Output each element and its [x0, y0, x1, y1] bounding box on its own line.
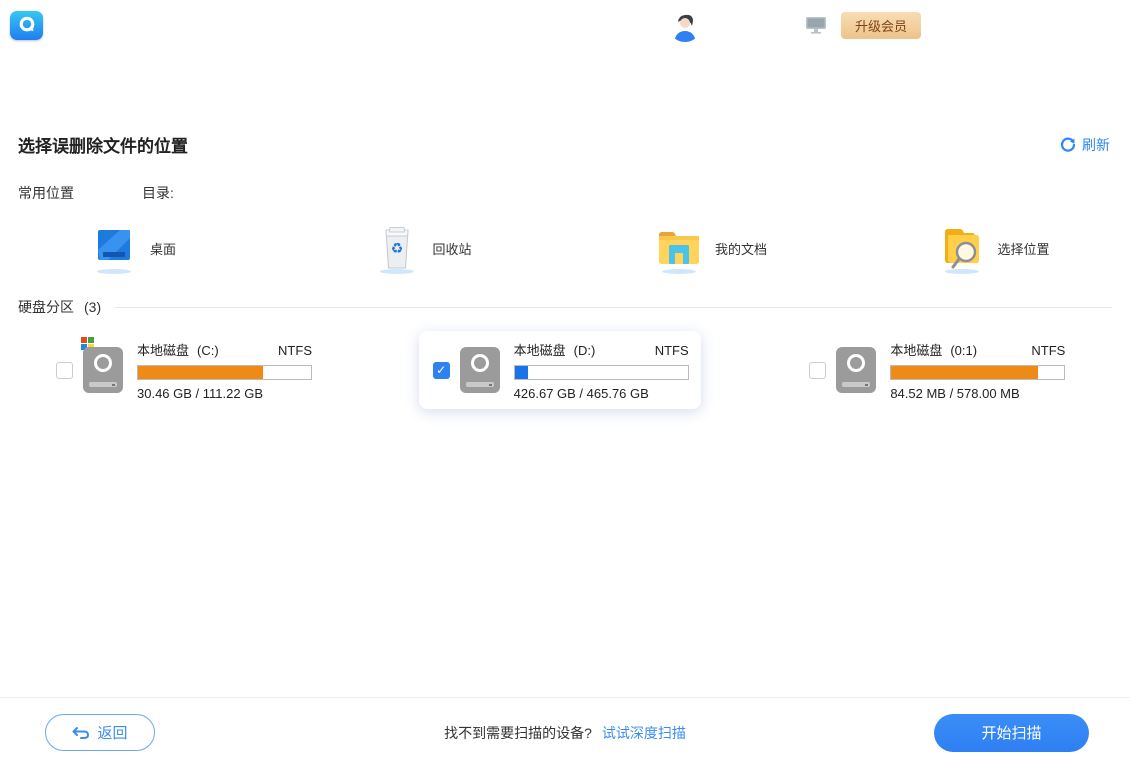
minimize-button[interactable]: [1022, 14, 1044, 36]
drive-name: 本地磁盘: [514, 340, 566, 359]
recycle-bin-icon: ♻: [375, 222, 419, 274]
directory-label: 目录:: [142, 183, 174, 203]
drive-card-01[interactable]: ✓ 本地磁盘 (0:1) NTFS 84.52 MB / 578.00 MB: [795, 331, 1077, 409]
drive-filesystem: NTFS: [278, 343, 312, 358]
refresh-label: 刷新: [1082, 135, 1110, 155]
common-item-choose-location[interactable]: 选择位置: [848, 219, 1130, 277]
common-item-label: 桌面: [150, 239, 176, 258]
drive-name: 本地磁盘: [137, 340, 189, 359]
drive-checkbox[interactable]: ✓: [809, 362, 826, 379]
hard-drive-icon: [836, 347, 876, 393]
user-id-dropdown[interactable]: ID:650505 ▼: [716, 18, 791, 33]
drive-checkbox[interactable]: ✓: [56, 362, 73, 379]
drive-checkbox[interactable]: ✓: [433, 362, 450, 379]
monitor-icon[interactable]: [805, 14, 827, 36]
drive-list: ✓ 本地磁盘 (C:) NTFS 30.46 GB / 111.22 GB: [0, 331, 1130, 409]
drive-size: 84.52 MB / 578.00 MB: [890, 386, 1065, 401]
common-item-label: 选择位置: [998, 239, 1050, 258]
menu-icon[interactable]: [986, 14, 1008, 36]
drive-usage-bar: [890, 365, 1065, 380]
hard-drive-icon: [460, 347, 500, 393]
start-scan-button[interactable]: 开始扫描: [934, 714, 1089, 752]
drive-filesystem: NTFS: [655, 343, 689, 358]
common-item-label: 回收站: [433, 239, 472, 258]
drive-usage-bar: [514, 365, 689, 380]
titlebar: 转转大师数据恢复软件V2.2.3.2 ID:650505 ▼ 升级会员: [0, 0, 1130, 50]
footer-bar: 返回 找不到需要扫描的设备? 试试深度扫描 开始扫描: [0, 697, 1130, 767]
scan-hint-text: 找不到需要扫描的设备?: [444, 723, 592, 743]
drive-usage-bar: [137, 365, 312, 380]
drive-letter: (C:): [197, 343, 219, 358]
common-item-label: 我的文档: [715, 239, 767, 258]
refresh-icon: [1060, 137, 1076, 153]
desktop-icon: [92, 222, 136, 274]
refresh-button[interactable]: 刷新: [1060, 135, 1112, 155]
app-title: 转转大师数据恢复软件V2.2.3.2: [53, 13, 282, 37]
maximize-button[interactable]: [1058, 14, 1080, 36]
svg-text:♻: ♻: [390, 240, 403, 256]
choose-location-icon: [940, 222, 984, 274]
back-button[interactable]: 返回: [45, 714, 155, 751]
user-id-text: ID:650505: [716, 18, 776, 33]
upgrade-member-button[interactable]: 升级会员: [841, 12, 921, 39]
common-locations-grid: 桌面 ♻ 回收站: [0, 219, 1130, 277]
common-item-my-documents[interactable]: 我的文档: [565, 219, 848, 277]
drive-card-c[interactable]: ✓ 本地磁盘 (C:) NTFS 30.46 GB / 111.22 GB: [42, 331, 324, 409]
drive-size: 426.67 GB / 465.76 GB: [514, 386, 689, 401]
main-content: 选择误删除文件的位置 刷新 常用位置 目录: 桌面: [0, 110, 1130, 697]
partitions-label: 硬盘分区: [18, 297, 74, 317]
drive-name: 本地磁盘: [890, 340, 942, 359]
app-logo-icon: [10, 11, 43, 40]
page-title: 选择误删除文件的位置: [18, 132, 188, 157]
drive-letter: (0:1): [950, 343, 977, 358]
common-item-desktop[interactable]: 桌面: [0, 219, 283, 277]
titlebar-divider: [971, 15, 972, 35]
chevron-down-icon: ▼: [782, 20, 791, 30]
back-label: 返回: [97, 722, 127, 743]
section-divider: [115, 307, 1112, 308]
deep-scan-link[interactable]: 试试深度扫描: [602, 723, 686, 743]
close-button[interactable]: ✕: [1094, 14, 1116, 36]
drive-card-d[interactable]: ✓ 本地磁盘 (D:) NTFS 426.67 GB / 465.76 GB: [419, 331, 701, 409]
customer-service-icon[interactable]: [935, 14, 957, 36]
avatar[interactable]: [668, 8, 702, 42]
my-documents-icon: [657, 222, 701, 274]
drive-letter: (D:): [574, 343, 596, 358]
drive-size: 30.46 GB / 111.22 GB: [137, 386, 312, 401]
partitions-count: (3): [84, 299, 101, 315]
common-item-recycle-bin[interactable]: ♻ 回收站: [283, 219, 566, 277]
hard-drive-icon: [83, 347, 123, 393]
drive-filesystem: NTFS: [1031, 343, 1065, 358]
back-arrow-icon: [72, 726, 89, 740]
common-locations-label: 常用位置: [18, 183, 74, 203]
